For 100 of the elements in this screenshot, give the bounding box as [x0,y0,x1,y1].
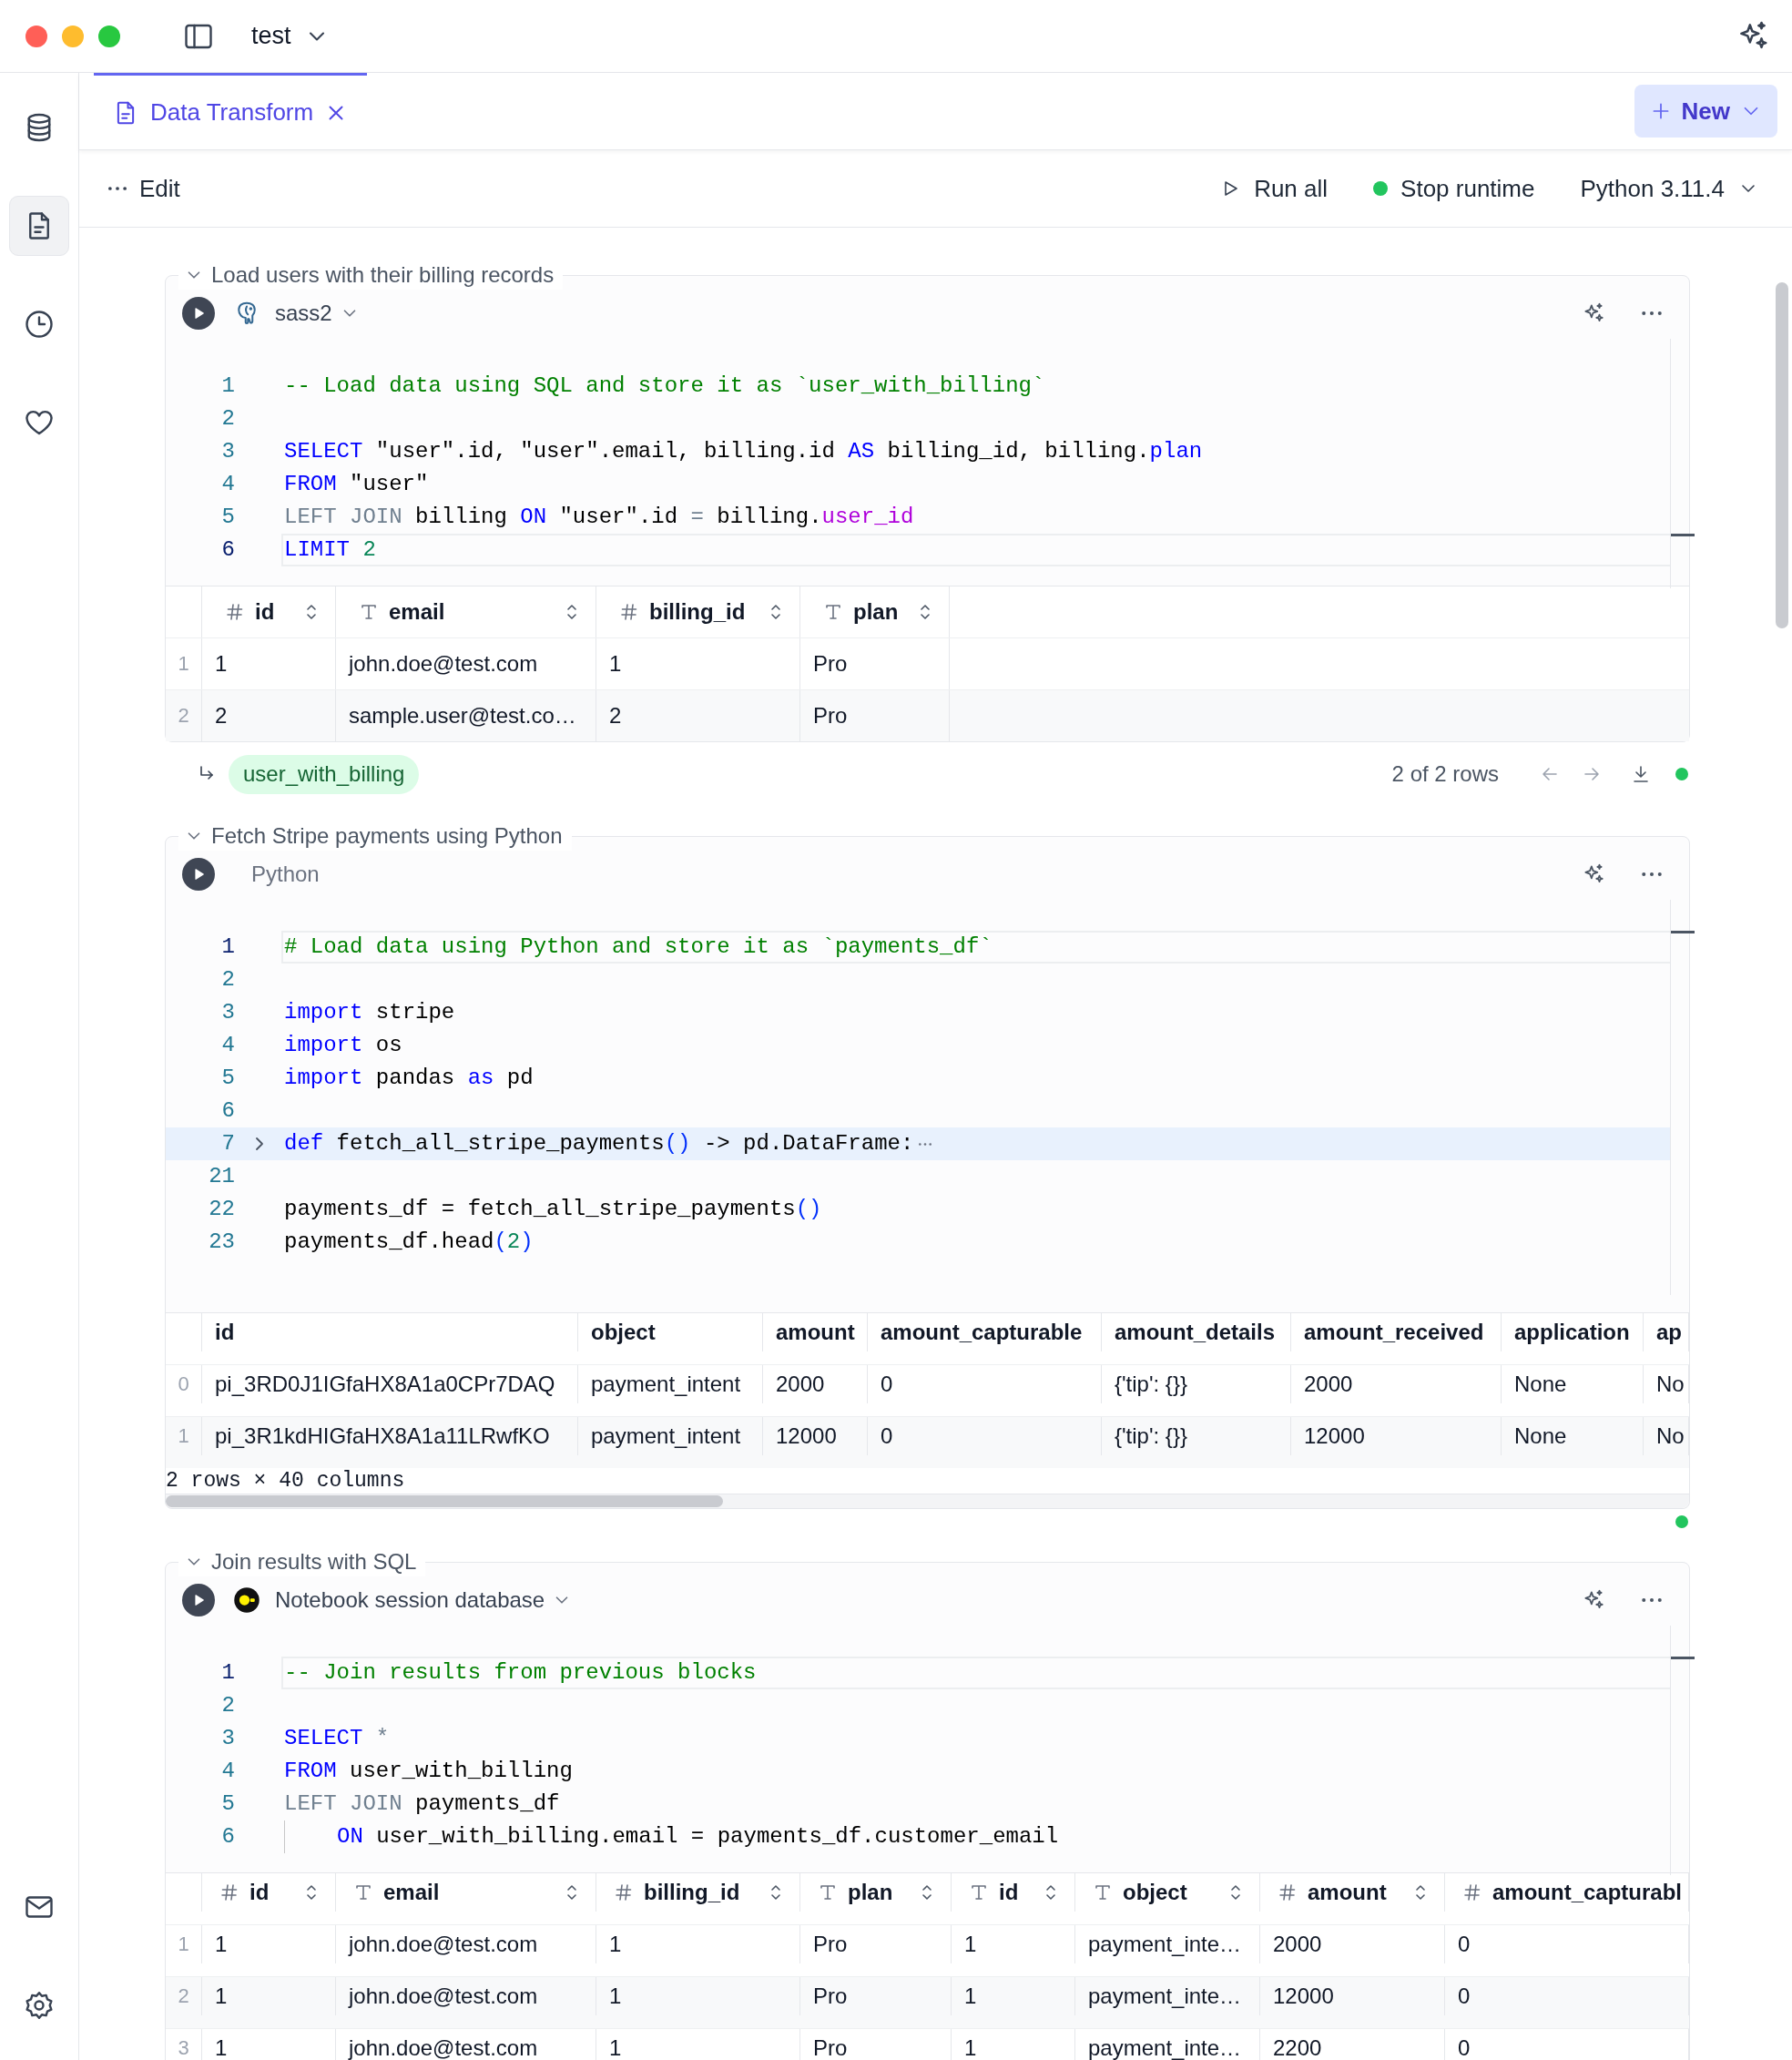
table-cell: pi_3R1kdHIGfaHX8A1a11LRwfKO [202,1417,578,1455]
line-number: 6 [220,1823,235,1851]
line-number: 4 [220,471,235,498]
stop-runtime-button[interactable]: Stop runtime [1373,174,1535,203]
run-button[interactable] [182,858,215,891]
line-number: 4 [220,1032,235,1059]
table-cell: None [1502,1417,1644,1455]
line-number: 1 [220,372,235,400]
fold-ellipsis-icon[interactable] [919,1142,932,1146]
edit-button[interactable]: Edit [108,174,180,203]
table-cell: payment_intent [578,1365,763,1403]
table-cell: Pro [800,1925,952,1963]
table-cell: sample.user@test.co… [336,690,596,741]
column-header[interactable]: amount [1260,1873,1445,1912]
line-number: 7 [220,1130,235,1157]
table-cell: Pro [800,1977,952,2015]
line-number: 6 [220,536,235,564]
column-label: id [999,1880,1019,1905]
line-number: 2 [220,405,235,433]
table-cell: 1 [596,638,800,689]
run-button[interactable] [182,297,215,330]
scrollbar-thumb[interactable] [166,1495,723,1507]
table-cell: 2000 [1291,1365,1502,1403]
table-cell: 0 [1445,1977,1689,2015]
code-line: def fetch_all_stripe_payments() -> pd.DataFrame: [284,1130,914,1157]
variable-tag[interactable]: user_with_billing [229,754,420,794]
table-cell: john.doe@test.com [336,638,596,689]
column-label: id [255,599,275,625]
column-label: plan [848,1880,893,1905]
more-icon[interactable] [1642,872,1662,876]
column-header[interactable]: id [202,586,336,637]
line-number: 4 [220,1758,235,1785]
table-cell: 0 [1445,1925,1689,1963]
table-cell: Pro [800,690,950,741]
code-line: payments_df.head(2) [284,1229,534,1256]
line-number: 3 [220,999,235,1026]
table-cell: 1 [202,1925,336,1963]
line-number: 6 [220,1097,235,1125]
column-label: email [383,1880,440,1905]
table-cell: 1 [952,1925,1075,1963]
table-cell: 1 [596,1925,800,1963]
tab[interactable]: Data Transform [94,73,367,149]
table-cell: 0 [868,1365,1102,1403]
source-select[interactable]: Notebook session database [275,1587,573,1613]
column-header: amount [763,1313,868,1351]
window-close-button[interactable] [25,25,47,47]
table-cell: payment_inte… [1075,1977,1260,2015]
line-number: 23 [208,1229,235,1256]
line-number: 1 [220,933,235,961]
table-cell: 12000 [1291,1417,1502,1455]
sidebar-button[interactable] [9,196,69,256]
more-icon [108,187,127,190]
scroll-marker [1671,931,1695,933]
column-header[interactable]: billing_id [596,1873,800,1912]
line-number: 2 [220,1692,235,1719]
column-header: amount_details [1102,1313,1291,1351]
new-button[interactable]: New [1634,85,1777,138]
horizontal-scrollbar[interactable] [166,1494,1689,1508]
table-cell: payment_intent [578,1417,763,1455]
table-cell: {'tip': {}} [1102,1365,1291,1403]
column-label: billing_id [649,599,746,625]
more-icon[interactable] [1642,311,1662,315]
run-button[interactable] [182,1584,215,1616]
column-header: object [578,1313,763,1351]
scroll-marker [1671,1657,1695,1659]
column-header[interactable]: billing_id [596,586,800,637]
kernel-select[interactable]: Python 3.11.4 [1580,174,1759,203]
scroll-marker [1671,534,1695,536]
row-count: 2 of 2 rows [1391,761,1499,787]
table-cell: 2200 [1260,2029,1445,2060]
code-line: -- Load data using SQL and store it as `user_with_billing` [284,372,1045,400]
cell-title: Join results with SQL [211,1548,417,1576]
run-all-button[interactable]: Run all [1219,174,1329,203]
column-label: email [389,599,445,625]
table-cell: 12000 [1260,1977,1445,2015]
table-cell: john.doe@test.com [336,2029,596,2060]
code-line: LEFT JOIN billing ON "user".id = billing.user_id [284,504,914,531]
column-header[interactable]: object [1075,1873,1260,1912]
column-header[interactable]: id [952,1873,1075,1912]
line-number: 3 [220,1725,235,1752]
line-number: 5 [220,1065,235,1092]
column-label: id [249,1880,270,1905]
source-select[interactable]: sass2 [275,301,360,326]
more-icon[interactable] [1642,1598,1662,1602]
column-header[interactable]: email [336,586,596,637]
column-header[interactable]: plan [800,1873,952,1912]
table-cell: 1 [952,2029,1075,2060]
line-number: 3 [220,438,235,465]
table-cell: 1 [202,638,336,689]
column-label: object [1123,1880,1187,1905]
row-number: 1 [166,1925,202,1963]
column-header[interactable]: email [336,1873,596,1912]
code-line: # Load data using Python and store it as `payments_df` [284,933,993,961]
table-cell: 2 [202,690,336,741]
scrollbar-thumb[interactable] [1776,282,1788,628]
code-line: LIMIT 2 [284,536,376,564]
database-logo-icon [233,1586,260,1614]
column-header[interactable]: amount_capturabl [1445,1873,1689,1912]
column-header[interactable]: plan [800,586,950,637]
column-header[interactable]: id [202,1873,336,1912]
